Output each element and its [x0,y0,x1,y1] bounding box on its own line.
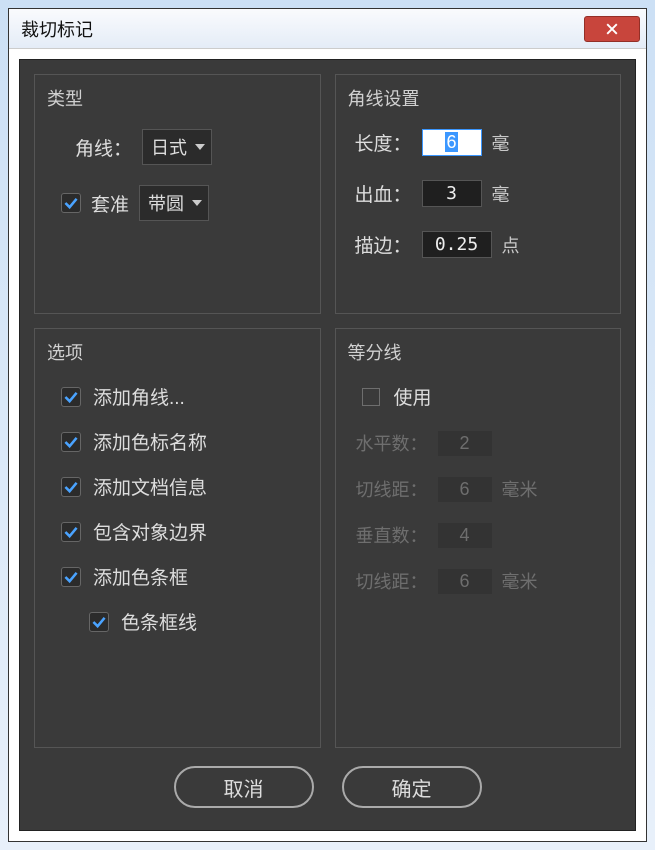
dialog-window: 裁切标记 类型 角线： 日式 套准 [8,8,647,842]
option-label-0: 添加角线... [93,383,185,410]
h-dist-input: 6 [438,477,492,502]
register-select-value: 带圆 [148,190,184,216]
corner-settings-title: 角线设置 [348,85,609,111]
option-sub-checkbox[interactable] [89,612,109,632]
option-checkbox-3[interactable] [61,522,81,542]
option-row: 添加文档信息 [47,473,308,500]
option-row: 添加色条框 [47,563,308,590]
close-icon [606,23,618,35]
options-panel-title: 选项 [47,339,308,365]
v-count-input: 4 [438,523,492,548]
use-checkbox[interactable] [362,388,380,406]
corner-select[interactable]: 日式 [142,129,212,165]
option-sub-label: 色条框线 [121,608,197,635]
option-checkbox-4[interactable] [61,567,81,587]
type-panel-title: 类型 [47,85,308,111]
option-row: 包含对象边界 [47,518,308,545]
dialog-title: 裁切标记 [21,16,93,42]
stroke-unit: 点 [502,232,526,258]
option-checkbox-2[interactable] [61,477,81,497]
type-panel: 类型 角线： 日式 套准 带圆 [34,74,321,314]
titlebar: 裁切标记 [9,9,646,49]
h-count-input: 2 [438,431,492,456]
dialog-footer: 取消 确定 [34,748,621,816]
check-icon [64,525,78,539]
dialog-content: 类型 角线： 日式 套准 带圆 [19,59,636,831]
division-panel-title: 等分线 [348,339,609,365]
bleed-unit: 毫 [492,181,516,207]
ok-button[interactable]: 确定 [342,766,482,808]
check-icon [92,615,106,629]
option-row: 添加色标名称 [47,428,308,455]
option-label-4: 添加色条框 [93,563,188,590]
corner-settings-panel: 角线设置 长度： 6 毫 出血： 3 毫 描边： 0.25 点 [335,74,622,314]
length-label: 长度： [348,129,412,156]
h-count-label: 水平数： [354,430,428,456]
length-input[interactable]: 6 [422,129,482,156]
option-label-3: 包含对象边界 [93,518,207,545]
stroke-input[interactable]: 0.25 [422,231,492,258]
length-unit: 毫 [492,130,516,156]
register-checkbox[interactable] [61,193,81,213]
check-icon [64,435,78,449]
register-select[interactable]: 带圆 [139,185,209,221]
option-label-2: 添加文档信息 [93,473,207,500]
option-sub-row: 色条框线 [47,608,308,635]
h-dist-label: 切线距： [354,476,428,502]
check-icon [64,480,78,494]
option-checkbox-1[interactable] [61,432,81,452]
check-icon [64,390,78,404]
cancel-button[interactable]: 取消 [174,766,314,808]
register-label: 套准 [91,190,129,217]
bleed-label: 出血： [348,180,412,207]
v-dist-label: 切线距： [354,568,428,594]
check-icon [64,570,78,584]
close-button[interactable] [584,16,640,42]
h-dist-unit: 毫米 [502,476,538,502]
v-dist-unit: 毫米 [502,568,538,594]
option-row: 添加角线... [47,383,308,410]
stroke-label: 描边： [348,231,412,258]
v-dist-input: 6 [438,569,492,594]
check-icon [64,196,78,210]
division-panel: 等分线 使用 水平数： 2 切线距： 6 毫米 垂直数： 4 [335,328,622,748]
bleed-input[interactable]: 3 [422,180,482,207]
options-panel: 选项 添加角线... 添加色标名称 添加文档信息 包含对象边界 [34,328,321,748]
v-count-label: 垂直数： [354,522,428,548]
option-checkbox-0[interactable] [61,387,81,407]
use-label: 使用 [394,383,432,410]
corner-label: 角线： [75,134,132,161]
option-label-1: 添加色标名称 [93,428,207,455]
corner-select-value: 日式 [151,134,187,160]
